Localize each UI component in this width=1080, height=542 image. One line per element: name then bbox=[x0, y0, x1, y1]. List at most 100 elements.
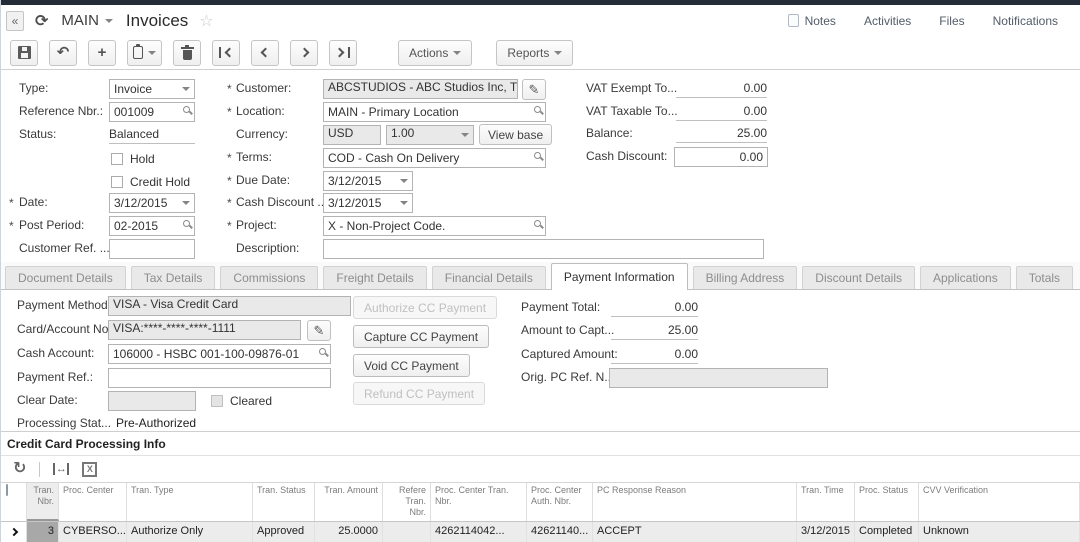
go-last-button[interactable] bbox=[329, 39, 357, 66]
search-icon[interactable] bbox=[534, 106, 541, 113]
favorite-star-icon[interactable]: ☆ bbox=[199, 11, 213, 31]
date-field[interactable] bbox=[109, 193, 195, 213]
col-header-cvv-verification[interactable]: CVV Verification bbox=[919, 483, 1080, 521]
cell-proc-center-auth-nbr[interactable]: 42621140... bbox=[527, 522, 593, 542]
location-field[interactable] bbox=[323, 102, 546, 122]
type-combo[interactable] bbox=[109, 79, 195, 99]
description-input[interactable] bbox=[323, 239, 764, 259]
col-header-tran-amount[interactable]: Tran. Amount bbox=[315, 483, 383, 521]
project-field[interactable] bbox=[323, 216, 546, 236]
col-header-proc-center[interactable]: Proc. Center bbox=[59, 483, 127, 521]
cash-account-input[interactable] bbox=[108, 344, 331, 364]
post-period-field[interactable] bbox=[109, 216, 195, 236]
cash-discount-field[interactable] bbox=[674, 147, 768, 167]
go-next-button[interactable] bbox=[290, 39, 318, 66]
cell-proc-center[interactable]: CYBERSO... bbox=[59, 522, 127, 542]
customer-ref-input[interactable] bbox=[109, 239, 195, 259]
chevron-down-icon[interactable] bbox=[400, 201, 408, 205]
activities-link[interactable]: Activities bbox=[864, 14, 911, 28]
post-period-input[interactable] bbox=[109, 216, 195, 236]
chevron-down-icon[interactable] bbox=[182, 201, 190, 205]
tab-tax-details[interactable]: Tax Details bbox=[130, 266, 216, 289]
col-header-proc-center-auth-nbr[interactable]: Proc. Center Auth. Nbr. bbox=[527, 483, 593, 521]
cell-proc-center-tran-nbr[interactable]: 4262114042... bbox=[431, 522, 527, 542]
col-header-tran-time[interactable]: Tran. Time bbox=[797, 483, 855, 521]
tab-financial-details[interactable]: Financial Details bbox=[431, 266, 546, 289]
chevron-down-icon[interactable] bbox=[400, 179, 408, 183]
cell-tran-type[interactable]: Authorize Only bbox=[127, 522, 253, 542]
cash-account-field[interactable] bbox=[108, 344, 331, 364]
customer-ref-field[interactable] bbox=[109, 239, 195, 259]
payment-ref-input[interactable] bbox=[108, 368, 331, 388]
view-base-button[interactable]: View base bbox=[479, 124, 553, 145]
reports-menu-button[interactable]: Reports bbox=[496, 39, 574, 66]
cash-discount-input[interactable] bbox=[674, 147, 768, 167]
tab-payment-information[interactable]: Payment Information bbox=[550, 263, 688, 290]
payment-ref-field[interactable] bbox=[108, 368, 331, 388]
cell-pc-response-reason[interactable]: ACCEPT bbox=[593, 522, 797, 542]
branch-selector[interactable]: MAIN bbox=[61, 12, 113, 29]
notifications-link[interactable]: Notifications bbox=[993, 14, 1058, 28]
add-new-button[interactable]: + bbox=[88, 39, 116, 66]
search-icon[interactable] bbox=[183, 106, 190, 113]
cell-refer-tran-nbr[interactable] bbox=[383, 522, 431, 542]
search-icon[interactable] bbox=[534, 152, 541, 159]
chevron-down-icon[interactable] bbox=[182, 87, 190, 91]
col-header-tran-type[interactable]: Tran. Type bbox=[127, 483, 253, 521]
collapse-sidebar-button[interactable]: « bbox=[6, 10, 24, 31]
cell-tran-status[interactable]: Approved bbox=[253, 522, 315, 542]
copy-paste-button[interactable] bbox=[127, 39, 162, 66]
cc-grid-row[interactable]: 3 CYBERSO... Authorize Only Approved 25.… bbox=[1, 522, 1080, 542]
tab-billing-address[interactable]: Billing Address bbox=[692, 266, 798, 289]
cell-tran-amount[interactable]: 25.0000 bbox=[315, 522, 383, 542]
cancel-button[interactable]: ↶ bbox=[49, 39, 77, 66]
vat-taxable-label: VAT Taxable To... bbox=[586, 104, 678, 118]
capture-cc-payment-button[interactable]: Capture CC Payment bbox=[353, 325, 490, 348]
col-header-proc-status[interactable]: Proc. Status bbox=[855, 483, 919, 521]
location-input[interactable] bbox=[323, 102, 546, 122]
tab-discount-details[interactable]: Discount Details bbox=[802, 266, 915, 289]
cell-tran-nbr[interactable]: 3 bbox=[27, 522, 59, 542]
col-header-pc-response-reason[interactable]: PC Response Reason bbox=[593, 483, 797, 521]
reference-nbr-input[interactable] bbox=[109, 102, 195, 122]
col-header-tran-nbr[interactable]: Tran. Nbr. bbox=[27, 483, 59, 521]
hold-checkbox[interactable] bbox=[111, 152, 123, 165]
grid-refresh-icon[interactable]: ↻ bbox=[13, 461, 26, 477]
col-header-proc-center-tran-nbr[interactable]: Proc. Center Tran. Nbr. bbox=[431, 483, 527, 521]
cell-tran-time[interactable]: 3/12/2015 bbox=[797, 522, 855, 542]
terms-input[interactable] bbox=[323, 148, 546, 168]
credit-hold-checkbox[interactable] bbox=[111, 175, 123, 188]
void-cc-payment-button[interactable]: Void CC Payment bbox=[353, 354, 470, 377]
cell-cvv-verification[interactable]: Unknown bbox=[919, 522, 1080, 542]
fit-to-width-icon[interactable]: ↔ bbox=[53, 463, 70, 475]
tab-applications[interactable]: Applications bbox=[919, 266, 1011, 289]
go-previous-button[interactable] bbox=[251, 39, 279, 66]
tab-freight-details[interactable]: Freight Details bbox=[323, 266, 427, 289]
tab-totals[interactable]: Totals bbox=[1015, 266, 1074, 289]
customer-edit-button[interactable]: ✎ bbox=[522, 79, 546, 100]
delete-button[interactable] bbox=[173, 39, 201, 66]
card-account-edit-button[interactable]: ✎ bbox=[307, 320, 331, 341]
refresh-icon[interactable]: ⟳ bbox=[35, 11, 48, 31]
notes-link[interactable]: Notes bbox=[787, 14, 836, 28]
tab-document-details[interactable]: Document Details bbox=[5, 266, 126, 289]
cell-proc-status[interactable]: Completed bbox=[855, 522, 919, 542]
project-input[interactable] bbox=[323, 216, 546, 236]
row-settings-icon-cell[interactable] bbox=[1, 483, 27, 521]
go-first-button[interactable] bbox=[212, 39, 240, 66]
terms-field[interactable] bbox=[323, 148, 546, 168]
search-icon[interactable] bbox=[183, 220, 190, 227]
files-link[interactable]: Files bbox=[939, 14, 964, 28]
search-icon[interactable] bbox=[534, 220, 541, 227]
tab-commissions[interactable]: Commissions bbox=[220, 266, 319, 289]
due-date-field[interactable] bbox=[323, 171, 413, 191]
cash-discount-date-field[interactable] bbox=[323, 193, 413, 213]
reference-nbr-field[interactable] bbox=[109, 102, 195, 122]
col-header-refer-tran-nbr[interactable]: Refere Tran. Nbr. bbox=[383, 483, 431, 521]
save-button[interactable] bbox=[10, 39, 38, 66]
description-field[interactable] bbox=[323, 239, 764, 259]
search-icon[interactable] bbox=[319, 348, 326, 355]
col-header-tran-status[interactable]: Tran. Status bbox=[253, 483, 315, 521]
actions-menu-button[interactable]: Actions bbox=[398, 39, 473, 66]
export-to-excel-icon[interactable]: X bbox=[82, 461, 98, 477]
